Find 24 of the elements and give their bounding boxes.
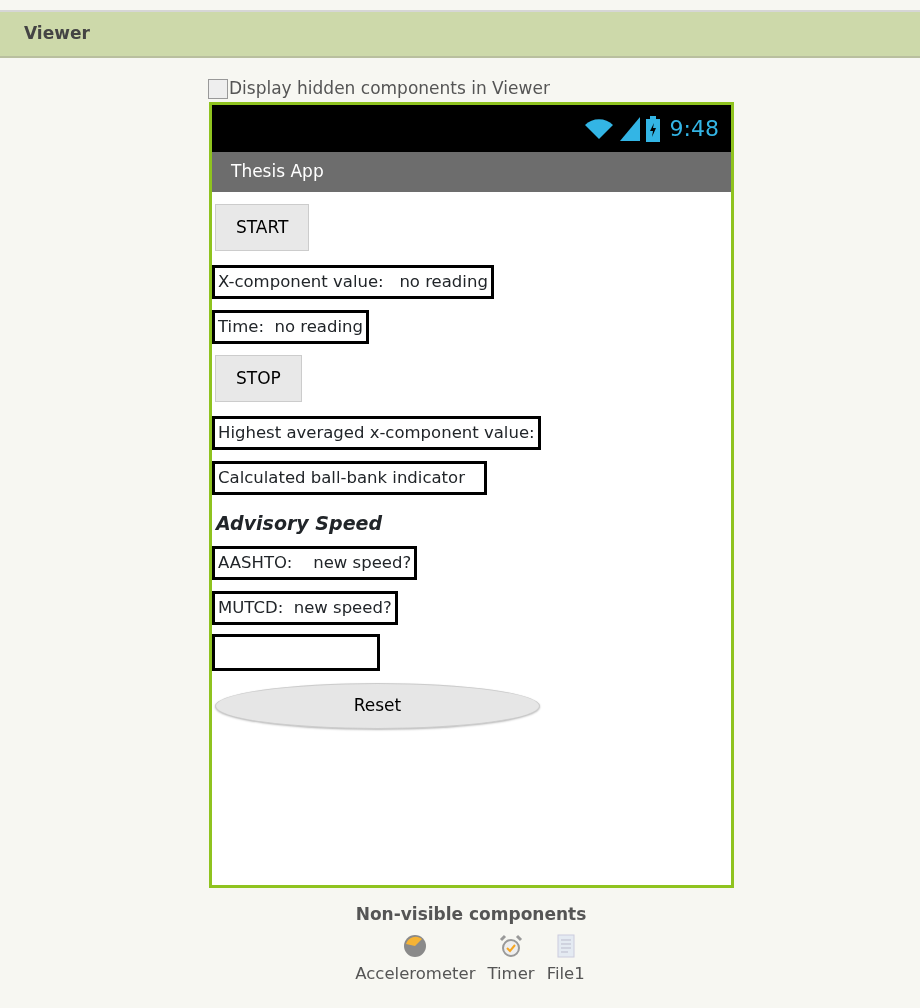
clock-time: 9:48 xyxy=(669,115,719,143)
text-label: X-component value: no reading xyxy=(212,265,494,299)
wifi-icon xyxy=(583,116,614,141)
text-label: MUTCD: new speed? xyxy=(212,590,398,625)
text-label: Calculated ball-bank indicator xyxy=(212,461,487,495)
app-button[interactable]: STOP xyxy=(215,355,302,402)
text-label: Time: no reading xyxy=(212,310,369,344)
alarm-clock-icon xyxy=(499,933,524,958)
text-label: Highest averaged x-component value: xyxy=(212,416,541,450)
section-title: Non-visible components xyxy=(354,903,588,926)
signal-icon xyxy=(619,116,640,141)
checkbox[interactable] xyxy=(208,79,228,99)
component-label: Accelerometer xyxy=(355,962,476,985)
heading: Advisory Speed xyxy=(216,511,382,536)
gauge-icon xyxy=(403,933,428,958)
panel-title: Viewer xyxy=(24,22,90,46)
battery-icon xyxy=(645,115,660,142)
component-label: File1 xyxy=(546,962,585,985)
reset-button[interactable]: Reset xyxy=(215,682,540,729)
checkbox-label: Display hidden components in Viewer xyxy=(229,77,550,101)
app-button[interactable]: START xyxy=(215,204,310,251)
app-title: Thesis App xyxy=(231,160,324,184)
component-label: Timer xyxy=(487,962,535,985)
text-label: AASHTO: new speed? xyxy=(212,545,418,580)
